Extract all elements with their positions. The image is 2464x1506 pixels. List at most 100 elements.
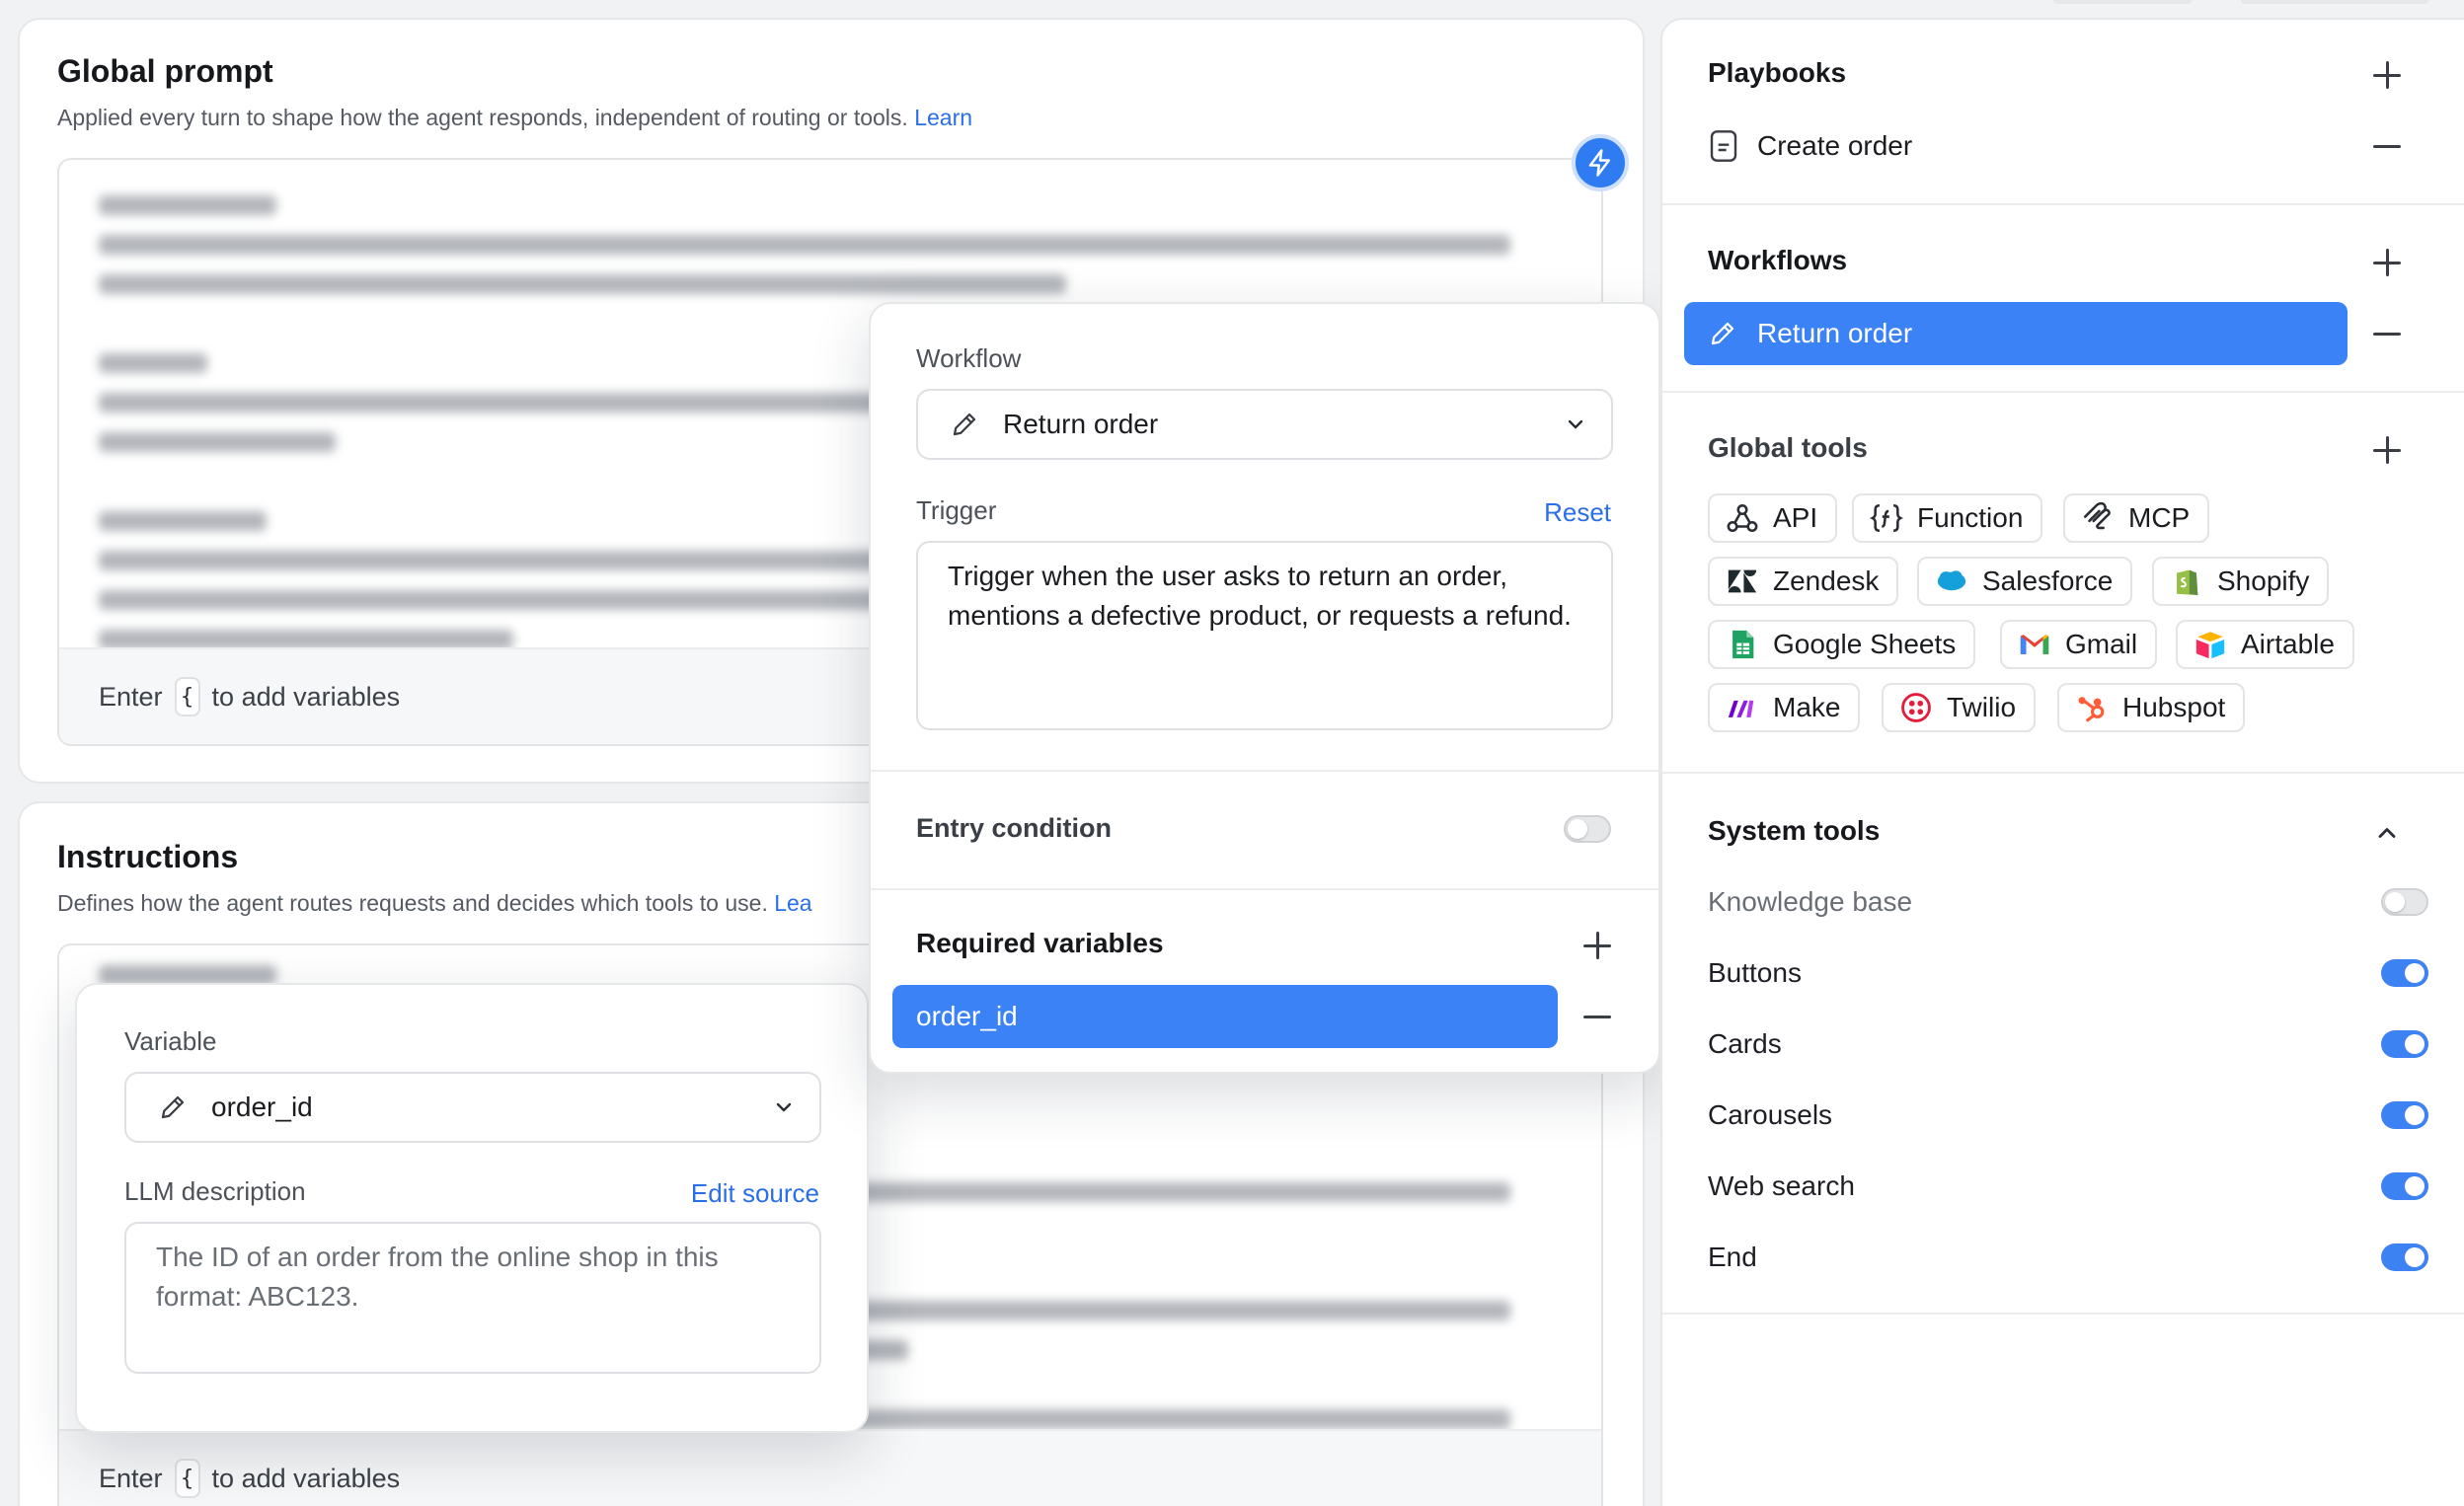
tool-chip-label: Hubspot	[2122, 692, 2226, 722]
tool-chip-label: Salesforce	[1982, 565, 2114, 596]
llm-description-field[interactable]: The ID of an order from the online shop …	[124, 1222, 821, 1374]
footer-variables-text: to add variables	[211, 1463, 401, 1493]
tool-chip-label: Make	[1773, 692, 1841, 722]
tool-chip-gmail[interactable]: Gmail	[2000, 620, 2158, 669]
instructions-title: Instructions	[57, 839, 239, 874]
chevron-up-icon[interactable]	[2373, 819, 2401, 847]
pencil-icon	[161, 1095, 185, 1119]
end-toggle[interactable]	[2381, 1243, 2428, 1271]
edit-source-link[interactable]: Edit source	[691, 1178, 819, 1209]
tool-chip-hubspot[interactable]: Hubspot	[2057, 683, 2246, 732]
chevron-down-icon	[1568, 419, 1583, 429]
global-tools-title: Global tools	[1708, 432, 1868, 463]
pencil-icon	[1711, 322, 1734, 345]
tool-chip-label: Function	[1917, 502, 2024, 533]
tool-chip-label: API	[1773, 502, 1818, 533]
tool-chip-label: MCP	[2128, 502, 2191, 533]
workflow-select[interactable]: Return order	[916, 389, 1613, 460]
remove-playbook-icon[interactable]	[2371, 130, 2403, 162]
top-fragment	[2053, 0, 2192, 4]
knowledge-base-toggle[interactable]	[2381, 888, 2428, 916]
system-tools-title: System tools	[1708, 815, 1881, 846]
system-tool-label: Carousels	[1708, 1099, 1833, 1130]
add-workflow-icon[interactable]	[2371, 247, 2403, 278]
tool-chip-function[interactable]: Function	[1852, 493, 2043, 543]
variable-select-value: order_id	[211, 1092, 313, 1122]
footer-enter-text: Enter	[99, 681, 163, 712]
api-icon	[1727, 503, 1758, 533]
system-tool-label: Buttons	[1708, 957, 1802, 988]
tool-chip-api[interactable]: API	[1708, 493, 1838, 543]
tool-chip-twilio[interactable]: Twilio	[1882, 683, 2037, 732]
workflow-popup: Workflow Return order Trigger Reset Trig…	[869, 302, 1660, 1074]
add-variable-icon[interactable]	[1581, 930, 1613, 961]
shopify-icon	[2177, 569, 2198, 596]
gmail-icon	[2020, 635, 2049, 654]
playbook-item-label: Create order	[1757, 130, 1913, 161]
mcp-icon	[2083, 501, 2111, 530]
workflows-title: Workflows	[1708, 245, 1848, 275]
trigger-label: Trigger	[916, 495, 997, 525]
instructions-subtitle: Defines how the agent routes requests an…	[57, 890, 812, 917]
web-search-toggle[interactable]	[2381, 1172, 2428, 1200]
divider	[1662, 391, 2464, 393]
divider	[1662, 203, 2464, 205]
tool-chip-label: Airtable	[2241, 629, 2335, 659]
llm-description-label: LLM description	[124, 1176, 306, 1206]
divider	[1662, 772, 2464, 774]
required-variables-label: Required variables	[916, 928, 1164, 958]
document-icon	[1710, 130, 1737, 162]
required-variable-item[interactable]: order_id	[892, 985, 1558, 1048]
tool-chip-label: Twilio	[1947, 692, 2017, 722]
tool-chip-zendesk[interactable]: Zendesk	[1708, 557, 1899, 606]
workflow-item[interactable]: Return order	[1684, 302, 2348, 365]
tool-chip-google-sheets[interactable]: Google Sheets	[1708, 620, 1976, 669]
reset-link[interactable]: Reset	[1544, 497, 1611, 528]
entry-condition-toggle[interactable]	[1564, 815, 1611, 843]
remove-variable-icon[interactable]	[1581, 1001, 1613, 1032]
tool-chip-label: Google Sheets	[1773, 629, 1957, 659]
chevron-down-icon	[776, 1102, 792, 1112]
remove-workflow-icon[interactable]	[2371, 318, 2403, 349]
twilio-icon	[1901, 693, 1931, 722]
variable-select[interactable]: order_id	[124, 1072, 821, 1143]
zendesk-icon	[1728, 569, 1757, 593]
tool-chip-mcp[interactable]: MCP	[2063, 493, 2210, 543]
playbook-item[interactable]: Create order	[1708, 126, 2340, 166]
global-prompt-subtitle: Applied every turn to shape how the agen…	[57, 105, 972, 131]
workflow-select-value: Return order	[1003, 409, 1159, 439]
instructions-footer: Enter { to add variables	[59, 1429, 1601, 1506]
trigger-field[interactable]: Trigger when the user asks to return an …	[916, 541, 1613, 730]
tool-chip-airtable[interactable]: Airtable	[2176, 620, 2354, 669]
system-tool-label: Web search	[1708, 1170, 1855, 1201]
cards-toggle[interactable]	[2381, 1030, 2428, 1058]
footer-enter-text: Enter	[99, 1463, 163, 1493]
buttons-toggle[interactable]	[2381, 959, 2428, 987]
hubspot-icon	[2078, 697, 2105, 722]
footer-variables-text: to add variables	[211, 681, 401, 712]
global-prompt-learn-link[interactable]: Learn	[914, 105, 972, 130]
carousels-toggle[interactable]	[2381, 1101, 2428, 1129]
tool-chip-make[interactable]: Make	[1708, 683, 1861, 732]
system-tool-end: End	[1708, 1238, 2428, 1277]
brace-key: {	[174, 677, 200, 716]
salesforce-icon	[1937, 570, 1966, 591]
lightning-button[interactable]	[1572, 134, 1629, 191]
airtable-icon	[2195, 632, 2225, 659]
system-tool-buttons: Buttons	[1708, 953, 2428, 993]
tool-chip-label: Shopify	[2217, 565, 2310, 596]
required-variable-label: order_id	[916, 1001, 1018, 1031]
tool-chip-label: Gmail	[2065, 629, 2138, 659]
tool-chip-salesforce[interactable]: Salesforce	[1917, 557, 2133, 606]
tool-chip-shopify[interactable]: Shopify	[2152, 557, 2330, 606]
variable-popup: Variable order_id LLM description Edit s…	[75, 983, 869, 1433]
add-playbook-icon[interactable]	[2371, 59, 2403, 91]
add-global-tool-icon[interactable]	[2371, 434, 2403, 466]
lightning-icon	[1588, 149, 1610, 177]
divider	[1662, 1313, 2464, 1315]
make-icon	[1728, 700, 1754, 717]
pencil-icon	[953, 413, 976, 436]
entry-condition-label: Entry condition	[916, 813, 1112, 843]
instructions-learn-link[interactable]: Lea	[774, 890, 811, 916]
workflow-item-label: Return order	[1757, 318, 1913, 348]
